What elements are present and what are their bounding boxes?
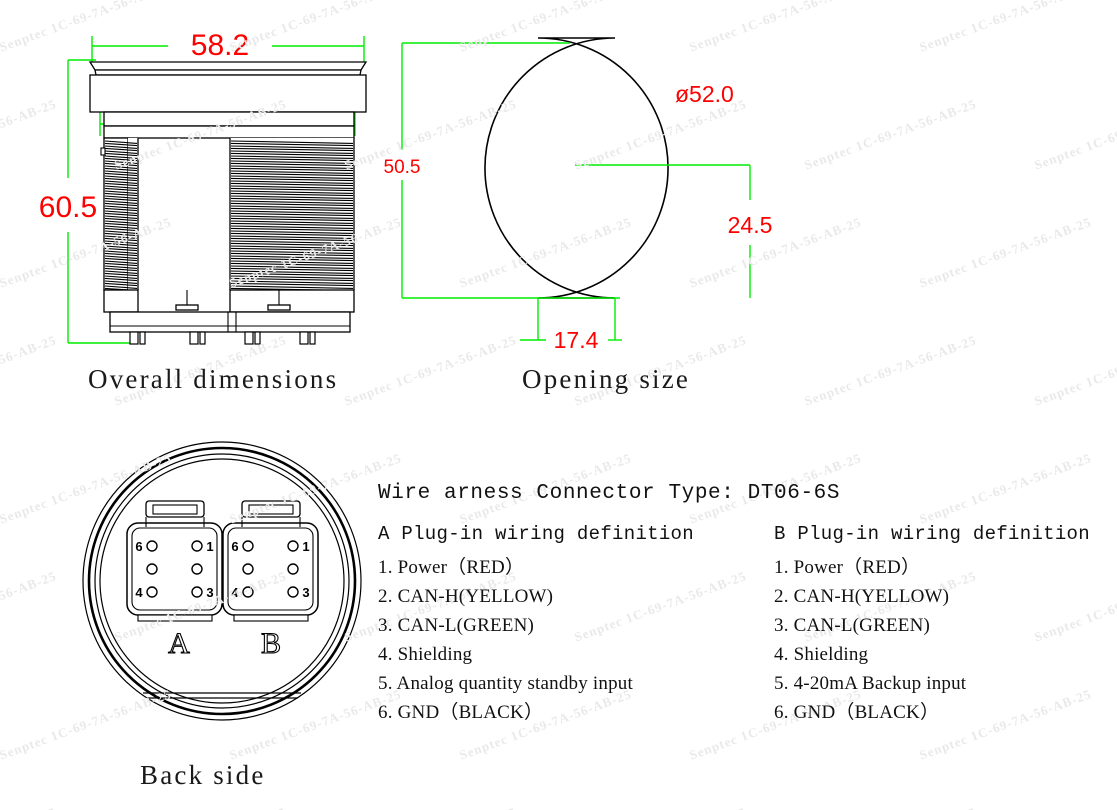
caption-overall-dimensions: Overall dimensions [88, 364, 339, 394]
wiring-b-item-6: 6. GND（BLACK） [774, 702, 940, 723]
wiring-column-a: A Plug-in wiring definition 1. Power（RED… [378, 523, 774, 727]
back-side-view: 6 1 4 3 6 1 4 3 A B [75, 435, 375, 735]
watermark-text: Senptec 1C-69-7A-56-AB-25 [342, 804, 519, 810]
sensor-collar [103, 111, 355, 139]
wiring-b-item-1: 1. Power（RED） [774, 557, 921, 578]
watermark-text: Senptec 1C-69-7A-56-AB-25 [1032, 804, 1117, 810]
wiring-a-item-4: 4. Shielding [378, 644, 473, 665]
wiring-b-item-4: 4. Shielding [774, 644, 869, 665]
pin-a-1: 1 [206, 539, 213, 554]
watermark-text: Senptec 1C-69-7A-56-AB-25 [572, 804, 749, 810]
dim-17-4: 17.4 [554, 327, 599, 353]
watermark-text: Senptec 1C-69-7A-56-AB-25 [1032, 96, 1117, 173]
connector-label-b: B [261, 627, 281, 660]
connector-a-body [126, 500, 223, 622]
sensor-top-cap [88, 61, 368, 113]
pin-b-1: 1 [302, 539, 309, 554]
watermark-text: Senptec 1C-69-7A-56-AB-25 [917, 0, 1094, 55]
connector-label-a: A [168, 627, 190, 660]
pin-a-4: 4 [135, 585, 143, 600]
watermark-text: Senptec 1C-69-7A-56-AB-25 [917, 214, 1094, 291]
dim-60-5: 60.5 [39, 191, 97, 224]
wiring-a-item-6: 6. GND（BLACK） [378, 702, 544, 723]
watermark-text: Senptec 1C-69-7A-56-AB-25 [802, 96, 979, 173]
pin-b-4: 4 [231, 585, 239, 600]
sensor-threaded-barrel [100, 137, 355, 292]
pin-b-3: 3 [302, 585, 309, 600]
watermark-text: Senptec 1C-69-7A-56-AB-25 [112, 804, 289, 810]
pin-b-6: 6 [231, 539, 238, 554]
dim-diameter-52: ø52.0 [675, 81, 734, 107]
dimension-width-top: 58.2 [91, 29, 365, 62]
pin-a-6: 6 [135, 539, 142, 554]
wiring-b-item-3: 3. CAN-L(GREEN) [774, 615, 931, 636]
overall-dimensions-view: 58.2 51.5 60.5 [0, 0, 400, 400]
wiring-b-heading: B Plug-in wiring definition [774, 523, 1090, 545]
opening-size-view: 50.5 ø52.0 24.5 17.4 [370, 0, 800, 400]
watermark-text: Senptec 1C-69-7A-56-AB-25 [802, 332, 979, 409]
connector-pins-side [129, 331, 316, 345]
wiring-column-b: B Plug-in wiring definition 1. Power（RED… [774, 523, 1108, 727]
dim-24-5: 24.5 [728, 212, 773, 238]
dim-58-2: 58.2 [191, 29, 249, 62]
wiring-columns: A Plug-in wiring definition 1. Power（RED… [378, 523, 1108, 727]
watermark-text: Senptec 1C-69-7A-56-AB-25 [1032, 332, 1117, 409]
wiring-b-item-2: 2. CAN-H(YELLOW) [774, 586, 950, 607]
wiring-a-item-3: 3. CAN-L(GREEN) [378, 615, 535, 636]
wiring-a-item-5: 5. Analog quantity standby input [378, 673, 633, 694]
wiring-connector-type-title: Wire arness Connector Type: DT06-6S [378, 482, 841, 505]
caption-back-side: Back side [140, 760, 266, 790]
dimension-opening-flat-width: 17.4 [520, 298, 622, 353]
watermark-text: Senptec 1C-69-7A-56-AB-25 [0, 804, 59, 810]
wiring-a-item-2: 2. CAN-H(YELLOW) [378, 586, 554, 607]
dim-50-5: 50.5 [384, 157, 421, 178]
dimension-opening-diameter: ø52.0 [675, 81, 734, 107]
sensor-connector-base [103, 289, 355, 333]
wiring-b-item-5: 5. 4-20mA Backup input [774, 673, 967, 694]
wiring-a-heading: A Plug-in wiring definition [378, 523, 694, 545]
wiring-a-item-1: 1. Power（RED） [378, 557, 525, 578]
connector-b-body [222, 500, 319, 622]
pin-a-3: 3 [206, 585, 213, 600]
caption-opening-size: Opening size [522, 364, 691, 394]
wiring-definition-block: Wire arness Connector Type: DT06-6S A Pl… [378, 482, 1108, 727]
watermark-text: Senptec 1C-69-7A-56-AB-25 [802, 804, 979, 810]
opening-profile-outline [484, 37, 669, 299]
watermark-text: Senptec 1C-69-7A-56-AB-25 [0, 568, 59, 644]
